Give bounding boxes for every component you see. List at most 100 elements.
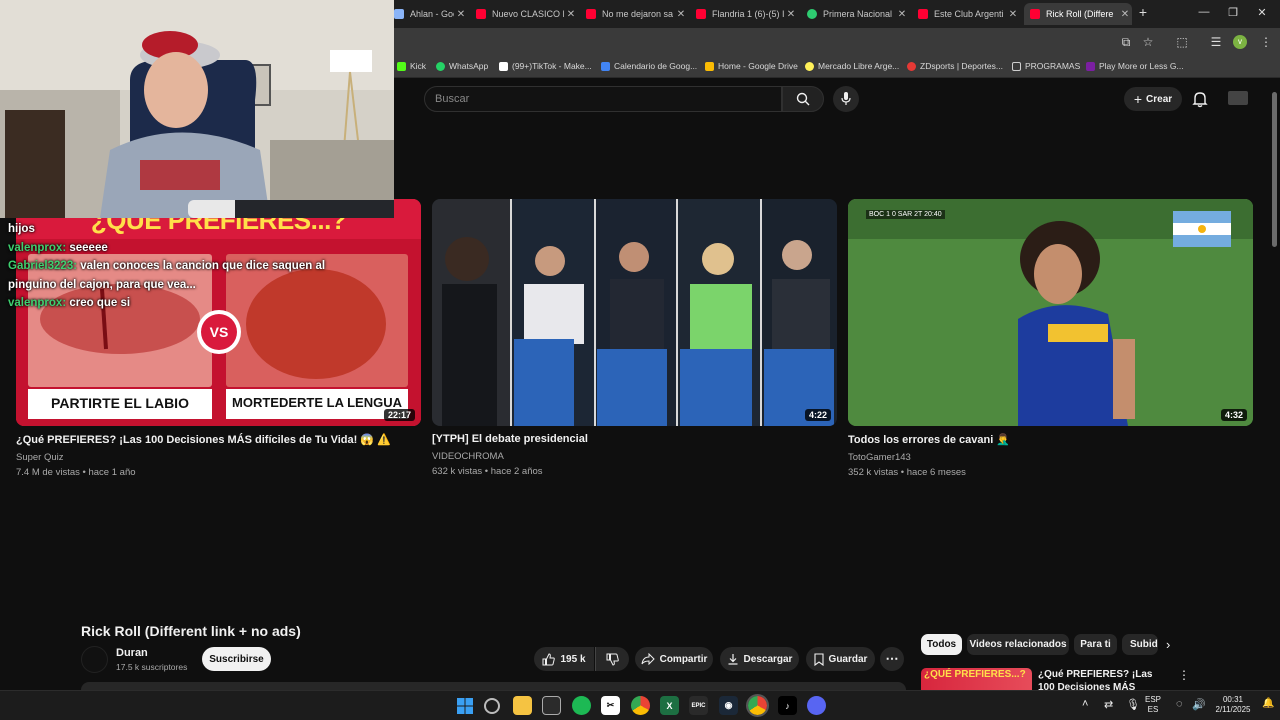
related-video-thumbnail[interactable]: ¿QUÉ PREFIERES...? [921,668,1032,690]
related-more-icon[interactable]: ⋮ [1178,668,1190,682]
extensions-icon[interactable]: ⬚ [1174,35,1190,49]
video-duration: 22:17 [383,409,415,421]
minimize-icon[interactable]: — [1195,6,1213,18]
capcut-icon[interactable]: ✂ [601,696,620,715]
more-actions-button[interactable]: ⋯ [880,647,904,671]
chip-uploaded[interactable]: Subid [1122,634,1158,655]
bookmark-zdsports[interactable]: ZDsports | Deportes... [907,61,1003,71]
subscribe-button[interactable]: Suscribirse [202,647,271,671]
voice-search-button[interactable] [833,86,859,112]
download-button[interactable]: Descargar [720,647,799,671]
notifications-button[interactable] [1190,89,1210,109]
video-title[interactable]: Todos los errores de cavani 🤦‍♂️ [848,433,1253,446]
browser-tab-active[interactable]: Rick Roll (Differe ✕ [1024,3,1132,25]
excel-icon[interactable]: X [660,696,679,715]
account-avatar[interactable] [1228,91,1248,105]
close-tab-icon[interactable]: ✕ [1006,9,1020,20]
clipchamp-icon[interactable] [484,698,500,714]
bookmark-label: (99+)TikTok - Make... [512,61,592,71]
video-channel[interactable]: Super Quiz [16,452,421,463]
network-activity-icon[interactable]: ⇄ [1104,698,1113,711]
bookmark-drive[interactable]: Home - Google Drive [705,61,798,71]
bookmark-whatsapp[interactable]: WhatsApp [436,61,488,71]
thumbnail-vs-text: VS [209,324,229,340]
search-input[interactable]: Buscar [424,86,782,112]
volume-icon[interactable]: 🔊 [1192,698,1206,711]
chat-line: valenprox: seeeee [8,239,325,258]
close-tab-icon[interactable]: ✕ [564,9,578,20]
chip-related-videos[interactable]: Videos relacionados [967,634,1069,655]
spotify-icon[interactable] [572,696,591,715]
profile-avatar-icon[interactable]: v [1233,35,1247,49]
channel-name[interactable]: Duran [116,647,148,659]
chip-all[interactable]: Todos [921,634,962,655]
video-title[interactable]: ¿Qué PREFIERES? ¡Las 100 Decisiones MÁS … [16,433,421,446]
video-card[interactable]: 4:22 [YTPH] El debate presidencial VIDEO… [432,199,837,477]
file-explorer-icon[interactable] [513,696,532,715]
close-tab-icon[interactable]: ✕ [1118,9,1132,20]
browser-tab[interactable]: Nuevo CLASICO F ✕ [470,3,578,25]
bookmark-folder-programas[interactable]: PROGRAMAS [1012,61,1080,71]
input-language-indicator[interactable]: ESP ES [1145,695,1161,715]
store-icon[interactable] [542,696,561,715]
browser-tab[interactable]: Ahlan - Google ✕ [388,3,468,25]
video-channel[interactable]: TotoGamer143 [848,452,1253,463]
video-channel[interactable]: VIDEOCHROMA [432,451,837,462]
close-window-icon[interactable]: ✕ [1253,6,1271,19]
reading-list-icon[interactable]: ☰ [1208,35,1224,49]
video-thumbnail[interactable]: BOC 1 0 SAR 2T 20:40 4:32 [848,199,1253,426]
maximize-icon[interactable]: ❐ [1224,6,1242,19]
close-tab-icon[interactable]: ✕ [784,9,798,20]
bookmark-play-more-or-less[interactable]: Play More or Less G... [1086,61,1184,71]
browser-tab[interactable]: Este Club Argenti ✕ [912,3,1020,25]
close-tab-icon[interactable]: ✕ [454,9,468,20]
microphone-tray-icon[interactable]: 🎙 [1126,698,1140,711]
browser-menu-icon[interactable]: ⋮ [1258,35,1274,49]
like-button[interactable]: 195 k [534,647,594,671]
wifi-icon[interactable]: ◌ [1176,698,1183,710]
chip-for-you[interactable]: Para ti [1074,634,1117,655]
epic-games-icon[interactable]: EPIC [689,696,708,715]
clock[interactable]: 00:31 2/11/2025 [1210,695,1256,715]
video-card[interactable]: BOC 1 0 SAR 2T 20:40 4:32 Todos los erro… [848,199,1253,478]
folder-icon [1012,61,1021,71]
bookmark-tiktok[interactable]: (99+)TikTok - Make... [499,61,592,71]
tray-expand-icon[interactable]: ˄ [1082,698,1088,710]
chat-message: creo que si [69,297,131,309]
steam-icon[interactable]: ◉ [719,696,738,715]
close-tab-icon[interactable]: ✕ [674,9,688,20]
bookmark-kick[interactable]: Kick [397,61,426,71]
save-button[interactable]: Guardar [806,647,875,671]
dislike-button[interactable] [595,647,629,671]
download-icon [728,654,738,665]
game-icon [1086,61,1095,71]
create-button[interactable]: + Crear [1124,87,1182,111]
browser-tab[interactable]: Primera Nacional ✕ [801,3,909,25]
bookmark-label: Kick [410,61,427,71]
bookmark-calendar[interactable]: Calendario de Goog... [601,61,697,71]
tiktok-app-icon[interactable]: ♪ [778,696,797,715]
share-button[interactable]: Compartir [635,647,713,671]
browser-tab[interactable]: No me dejaron sa ✕ [580,3,688,25]
chevron-right-icon[interactable]: › [1166,637,1170,652]
related-video-title[interactable]: ¿Qué PREFIERES? ¡Las 100 Decisiones MÁS … [1038,668,1168,690]
new-tab-button[interactable]: + [1134,4,1152,20]
search-button[interactable] [782,86,824,112]
install-app-icon[interactable]: ⧉ [1118,35,1134,50]
browser-tab[interactable]: Flandria 1 (6)-(5) I ✕ [690,3,798,25]
windows-start-icon[interactable] [455,696,474,715]
notification-center-icon[interactable]: 🔔 [1262,698,1274,709]
bookmark-label: WhatsApp [449,61,489,71]
video-thumbnail[interactable]: 4:22 [432,199,837,426]
video-title[interactable]: [YTPH] El debate presidencial [432,433,837,445]
channel-avatar[interactable] [81,646,108,673]
close-tab-icon[interactable]: ✕ [895,9,909,20]
chat-line: hijos [8,220,325,239]
chrome-active-icon[interactable] [746,694,769,717]
like-count: 195 k [560,653,586,665]
bookmark-mercadolibre[interactable]: Mercado Libre Arge... [805,61,899,71]
chrome-icon[interactable] [631,696,650,715]
discord-icon[interactable] [807,696,826,715]
scrollbar-thumb[interactable] [1272,92,1277,247]
bookmark-star-icon[interactable]: ☆ [1140,35,1156,49]
